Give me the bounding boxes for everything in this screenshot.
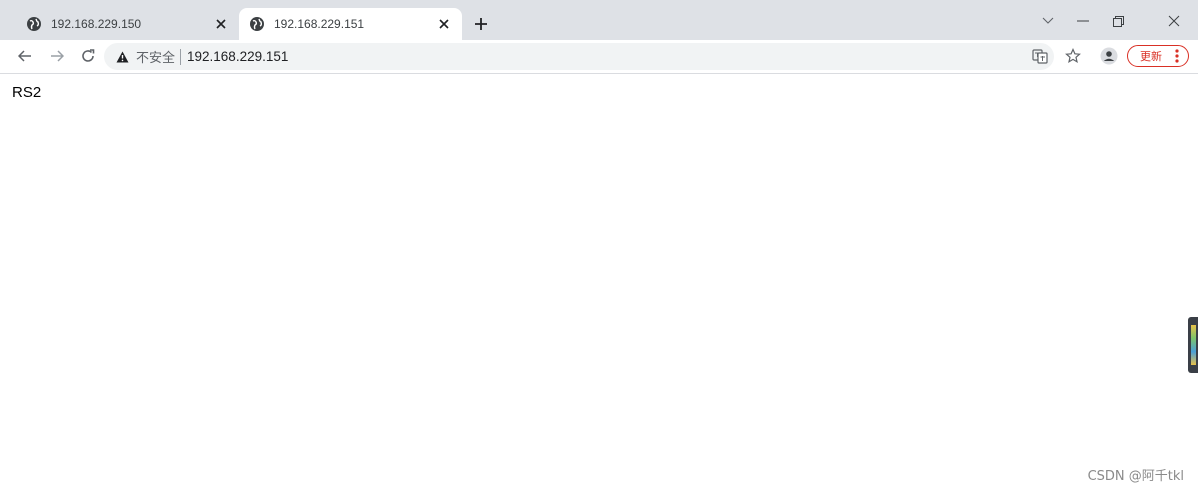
widget-level-bar (1191, 325, 1196, 365)
restore-button[interactable] (1104, 10, 1132, 32)
arrow-right-icon (51, 50, 64, 62)
arrow-left-icon (18, 50, 31, 62)
reload-icon (82, 49, 95, 62)
forward-button[interactable] (45, 44, 69, 68)
chevron-down-icon (1042, 17, 1054, 24)
globe-icon (250, 17, 264, 31)
close-icon[interactable] (213, 16, 229, 32)
security-label[interactable]: 不安全 (136, 47, 175, 66)
update-button[interactable]: 更新 (1127, 45, 1189, 67)
close-window-button[interactable] (1160, 10, 1188, 32)
watermark: CSDN @阿千tkl (1087, 469, 1184, 484)
tab-title: 192.168.229.150 (51, 17, 142, 31)
tab-strip: 192.168.229.150 192.168.229.151 (0, 0, 1198, 40)
restore-icon (1112, 15, 1124, 27)
close-icon (1168, 15, 1180, 27)
warning-icon[interactable] (116, 50, 130, 64)
back-button[interactable] (13, 44, 37, 68)
star-icon (1065, 48, 1081, 64)
tab-search-button[interactable] (1034, 10, 1062, 32)
plus-icon (475, 18, 487, 30)
update-label: 更新 (1140, 50, 1162, 63)
bookmark-star-button[interactable] (1062, 45, 1084, 67)
reload-button[interactable] (76, 44, 100, 68)
tab-title: 192.168.229.151 (274, 17, 365, 31)
tab-2[interactable]: 192.168.229.151 (239, 8, 462, 40)
browser-toolbar: 不安全 192.168.229.151 更新 (0, 40, 1198, 74)
close-icon[interactable] (436, 16, 452, 32)
tab-1[interactable]: 192.168.229.150 (16, 8, 239, 40)
address-bar[interactable]: 不安全 192.168.229.151 (104, 43, 1054, 70)
avatar-icon (1100, 47, 1118, 65)
minimize-button[interactable] (1069, 10, 1097, 32)
translate-icon[interactable] (1032, 48, 1050, 66)
minimize-icon (1077, 20, 1089, 22)
page-content: RS2 CSDN @阿千tkl (0, 74, 1198, 492)
page-body-text: RS2 (12, 84, 42, 101)
new-tab-button[interactable] (470, 13, 492, 35)
profile-button[interactable] (1098, 45, 1120, 67)
url-text[interactable]: 192.168.229.151 (187, 49, 288, 64)
more-menu-icon (1175, 49, 1179, 63)
side-widget-handle[interactable] (1188, 317, 1198, 373)
separator (180, 48, 182, 65)
globe-icon (27, 17, 41, 31)
